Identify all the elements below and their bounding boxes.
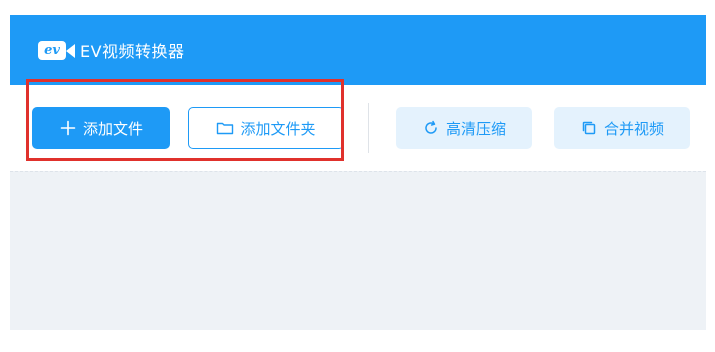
app-title: EV视频转换器 [80, 42, 185, 61]
app-window: ev EV视频转换器 添加文件 添加文件夹 高清压缩 合并视频 [10, 15, 706, 330]
logo-camera-icon [66, 44, 75, 58]
merge-video-label: 合并视频 [603, 119, 664, 138]
add-folder-button[interactable]: 添加文件夹 [188, 107, 344, 149]
add-folder-label: 添加文件夹 [240, 119, 316, 138]
copy-icon [580, 119, 598, 137]
add-file-button[interactable]: 添加文件 [32, 107, 170, 149]
hd-compress-label: 高清压缩 [445, 119, 506, 138]
toolbar: 添加文件 添加文件夹 高清压缩 合并视频 [10, 85, 706, 171]
folder-icon [216, 119, 234, 137]
plus-icon [59, 119, 77, 137]
toolbar-divider [368, 103, 369, 153]
hd-compress-button[interactable]: 高清压缩 [396, 107, 532, 149]
add-file-label: 添加文件 [82, 119, 143, 138]
merge-video-button[interactable]: 合并视频 [554, 107, 690, 149]
title-bar: ev EV视频转换器 [10, 15, 706, 85]
logo-mark: ev [38, 41, 66, 60]
refresh-icon [422, 119, 440, 137]
app-logo: ev [38, 38, 75, 62]
file-drop-area[interactable] [10, 171, 706, 330]
